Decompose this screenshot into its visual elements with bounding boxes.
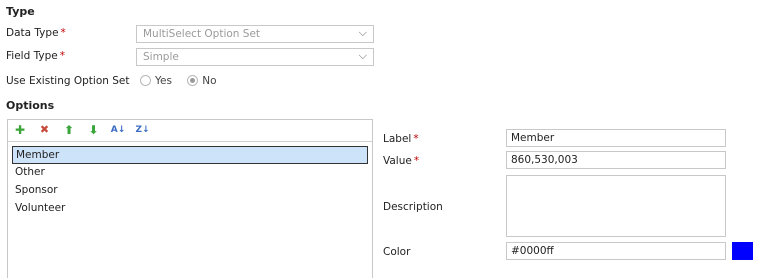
type-section-title: Type — [6, 5, 35, 18]
label-input[interactable]: Member — [506, 129, 726, 147]
list-item-sponsor[interactable]: Sponsor — [12, 182, 368, 200]
move-up-icon[interactable]: ⬆ — [61, 122, 77, 138]
list-item-other[interactable]: Other — [12, 164, 368, 182]
options-list: Member Other Sponsor Volunteer — [8, 142, 372, 218]
list-item-member[interactable]: Member — [12, 146, 368, 164]
data-type-select[interactable]: MultiSelect Option Set ⌵ — [136, 25, 374, 43]
field-type-label: Field Type * — [6, 50, 65, 62]
sort-descending-icon[interactable]: Z↓ — [135, 122, 151, 138]
detail-value-text: Value — [383, 155, 412, 167]
radio-yes[interactable]: Yes — [140, 75, 175, 87]
detail-description-label: Description — [383, 201, 443, 213]
required-marker: * — [413, 155, 420, 167]
detail-label-label: Label * — [383, 133, 419, 145]
field-type-label-text: Field Type — [6, 50, 58, 62]
color-input[interactable]: #0000ff — [506, 242, 726, 260]
radio-no[interactable]: No — [187, 75, 217, 87]
radio-no-circle[interactable] — [187, 75, 199, 86]
options-section-title: Options — [6, 99, 55, 112]
options-list-panel: ✚ ✖ ⬆ ⬇ A↓ Z↓ Member Other Sponsor Volun… — [7, 119, 373, 278]
options-toolbar: ✚ ✖ ⬆ ⬇ A↓ Z↓ — [8, 120, 372, 142]
radio-yes-circle[interactable] — [140, 75, 151, 86]
chevron-down-icon: ⌵ — [358, 26, 367, 39]
data-type-value: MultiSelect Option Set — [143, 28, 261, 40]
detail-color-label: Color — [383, 246, 411, 258]
detail-value-label: Value * — [383, 155, 419, 167]
required-marker: * — [60, 27, 66, 39]
description-textarea[interactable] — [506, 175, 726, 237]
field-type-select[interactable]: Simple ⌵ — [136, 48, 374, 66]
use-existing-option-set-label: Use Existing Option Set — [6, 75, 130, 87]
use-existing-radio-group: Yes No — [140, 75, 217, 87]
required-marker: * — [59, 50, 65, 62]
list-item-volunteer[interactable]: Volunteer — [12, 200, 368, 218]
field-type-value: Simple — [143, 51, 179, 63]
add-icon[interactable]: ✚ — [12, 122, 28, 138]
data-type-label-text: Data Type — [6, 27, 59, 39]
sort-ascending-icon[interactable]: A↓ — [110, 122, 126, 138]
value-input[interactable]: 860,530,003 — [506, 151, 726, 169]
radio-no-label: No — [202, 75, 217, 87]
required-marker: * — [413, 133, 419, 145]
delete-icon[interactable]: ✖ — [37, 122, 53, 138]
chevron-down-icon: ⌵ — [358, 49, 367, 62]
detail-label-text: Label — [383, 133, 412, 145]
move-down-icon[interactable]: ⬇ — [86, 122, 102, 138]
radio-yes-label: Yes — [155, 75, 172, 87]
color-swatch[interactable] — [732, 242, 753, 260]
data-type-label: Data Type * — [6, 27, 66, 39]
